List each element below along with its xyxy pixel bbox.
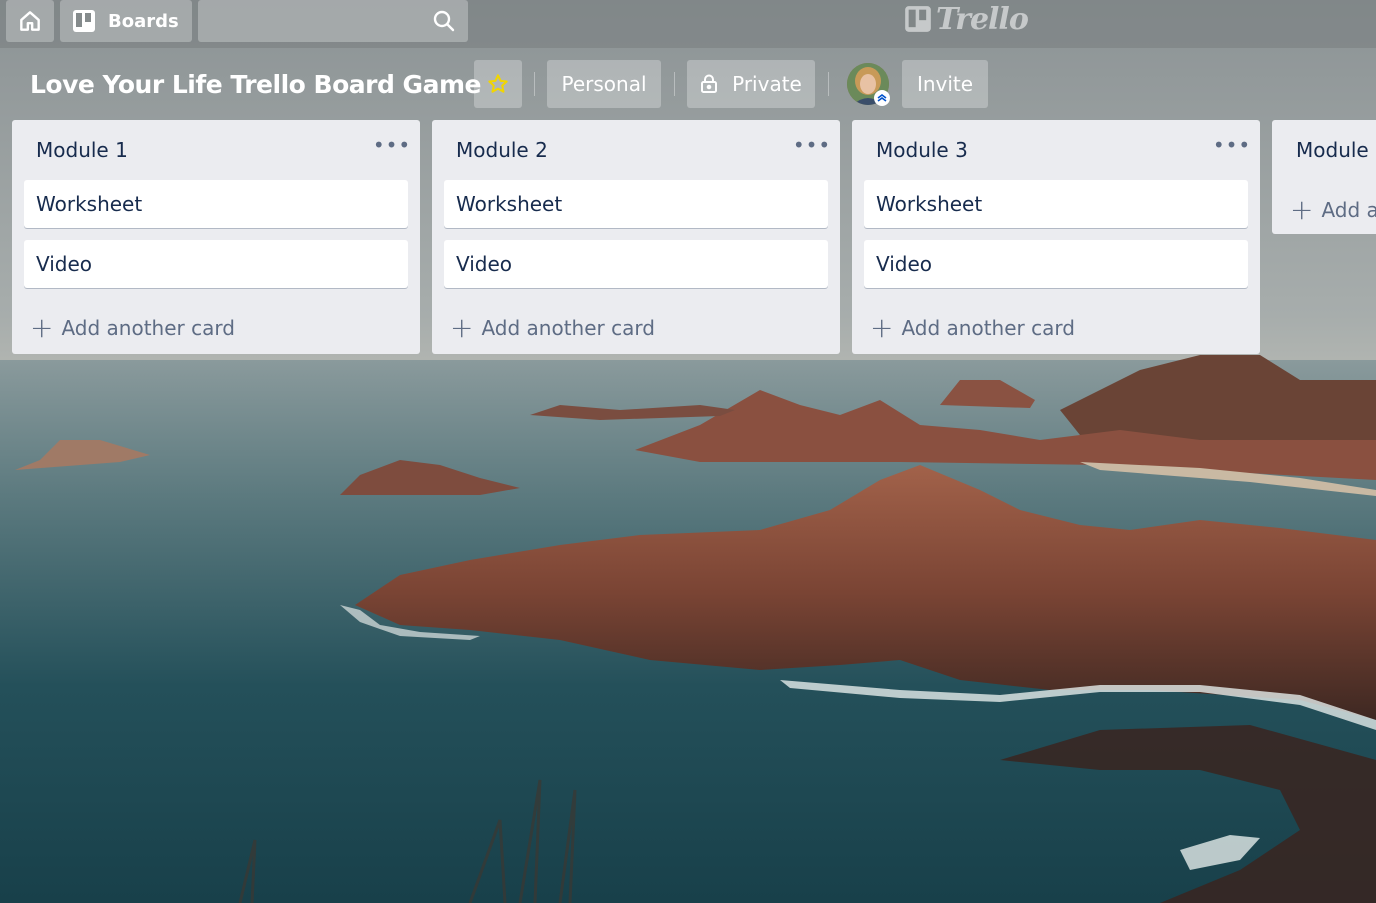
header-divider: [674, 72, 675, 96]
card[interactable]: Video: [24, 240, 408, 288]
plus-icon: +: [450, 311, 474, 344]
board-title[interactable]: Love Your Life Trello Board Game: [30, 70, 481, 99]
add-card-label: Add another card: [61, 316, 235, 340]
card[interactable]: Worksheet: [864, 180, 1248, 228]
add-card-button[interactable]: + Add another card: [450, 314, 655, 342]
list-title[interactable]: Module 2: [456, 138, 548, 162]
list-title[interactable]: Module 1: [36, 138, 128, 162]
home-icon: [20, 11, 40, 31]
list-menu-icon[interactable]: •••: [373, 133, 410, 157]
trello-logo[interactable]: Trello: [904, 1, 1029, 37]
card[interactable]: Video: [444, 240, 828, 288]
card[interactable]: Worksheet: [24, 180, 408, 228]
card[interactable]: Worksheet: [444, 180, 828, 228]
star-icon: [488, 74, 508, 93]
list-module-1: Module 1 ••• Worksheet Video + Add anoth…: [12, 120, 420, 354]
list-module-2: Module 2 ••• Worksheet Video + Add anoth…: [432, 120, 840, 354]
add-card-button[interactable]: + Add another card: [30, 314, 235, 342]
header-divider: [534, 72, 535, 96]
list-title[interactable]: Module 3: [876, 138, 968, 162]
add-card-label: Add a card: [1321, 198, 1376, 222]
board-header: Love Your Life Trello Board Game Persona…: [0, 48, 1376, 120]
list-menu-icon[interactable]: •••: [1213, 133, 1250, 157]
add-card-button[interactable]: + Add another card: [870, 314, 1075, 342]
plus-icon: +: [1290, 193, 1314, 226]
admin-badge-icon: [874, 90, 890, 106]
privacy-label: Private: [732, 72, 802, 96]
star-board-button[interactable]: [474, 60, 522, 108]
lock-icon: [701, 74, 718, 93]
boards-label: Boards: [108, 10, 179, 32]
add-card-button[interactable]: + Add a card: [1290, 196, 1376, 224]
trello-logo-text: Trello: [936, 1, 1029, 37]
search-icon: [433, 10, 455, 32]
boards-button[interactable]: Boards: [60, 0, 192, 42]
list-menu-icon[interactable]: •••: [793, 133, 830, 157]
card[interactable]: Video: [864, 240, 1248, 288]
list-module-4: Module 4 + Add a card: [1272, 120, 1376, 234]
add-card-label: Add another card: [901, 316, 1075, 340]
search-input[interactable]: [198, 0, 468, 42]
plus-icon: +: [30, 311, 54, 344]
team-visibility-button[interactable]: Personal: [547, 60, 661, 108]
header-divider: [828, 72, 829, 96]
home-button[interactable]: [6, 0, 54, 42]
top-nav-bar: Boards Trello: [0, 0, 1376, 48]
invite-button[interactable]: Invite: [902, 60, 988, 108]
list-title[interactable]: Module 4: [1296, 138, 1376, 162]
add-card-label: Add another card: [481, 316, 655, 340]
privacy-button[interactable]: Private: [687, 60, 815, 108]
trello-logo-icon: [905, 6, 931, 32]
boards-icon: [73, 10, 95, 32]
plus-icon: +: [870, 311, 894, 344]
list-module-3: Module 3 ••• Worksheet Video + Add anoth…: [852, 120, 1260, 354]
